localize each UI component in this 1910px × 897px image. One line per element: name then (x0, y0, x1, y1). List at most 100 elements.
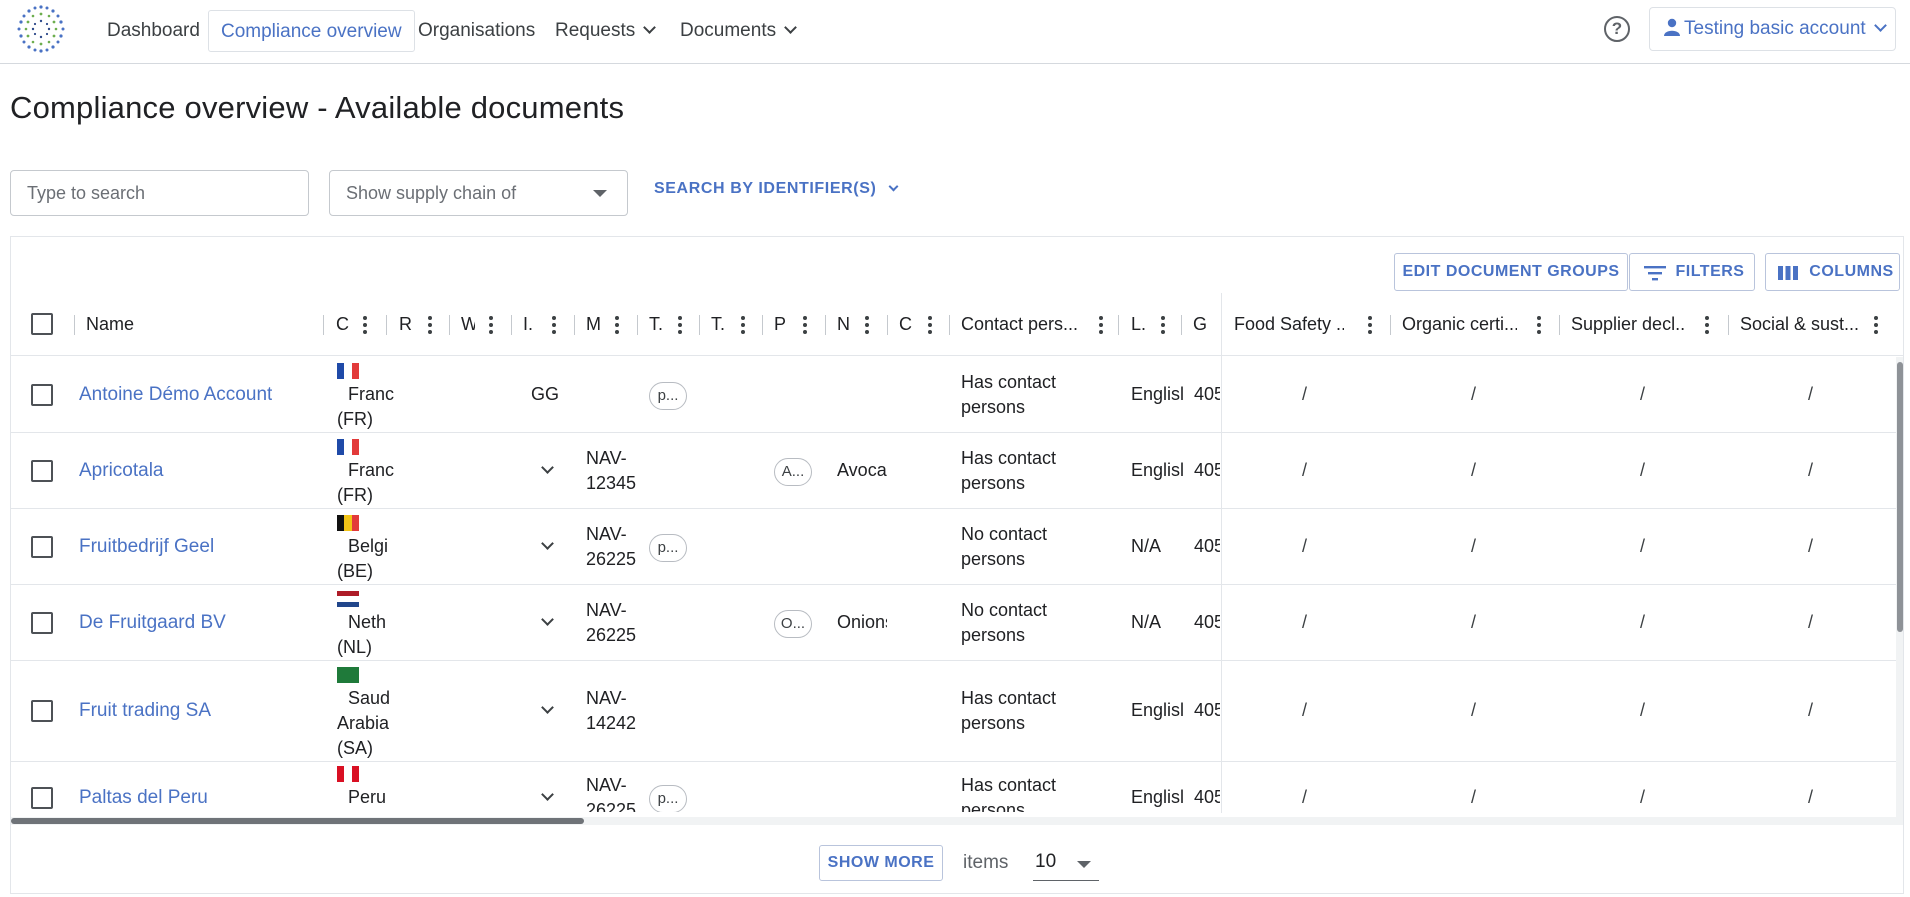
column-header-supplier-declaration[interactable]: Supplier decl... (1571, 293, 1686, 356)
column-menu-icon[interactable] (803, 316, 807, 334)
column-menu-icon[interactable] (928, 316, 932, 334)
document-status-cell[interactable]: / (1471, 787, 1476, 808)
tag-chip[interactable]: p... (649, 382, 687, 410)
document-status-cell[interactable]: / (1808, 384, 1813, 405)
column-header-n[interactable]: N (837, 293, 851, 356)
column-menu-icon[interactable] (1537, 316, 1541, 334)
account-menu-button[interactable]: Testing basic account (1649, 7, 1896, 51)
vertical-scrollbar-thumb[interactable] (1897, 362, 1903, 632)
table-row[interactable]: De Fruitgaard BV Neth (NL) NAV- 26225 O...… (11, 585, 1903, 661)
column-header-c2[interactable]: C (899, 293, 913, 356)
document-status-cell[interactable]: / (1808, 787, 1813, 808)
column-header-social-sustainability[interactable]: Social & sust... (1740, 293, 1858, 356)
document-status-cell[interactable]: / (1302, 384, 1307, 405)
nav-compliance-overview[interactable]: Compliance overview (208, 10, 415, 52)
column-header-r[interactable]: R (399, 293, 413, 356)
organisation-name-link[interactable]: Fruit trading SA (79, 700, 211, 722)
column-header-p[interactable]: P (774, 293, 788, 356)
document-status-cell[interactable]: / (1640, 612, 1645, 633)
table-row[interactable]: Apricotala Franc (FR) NAV- 12345 A... Avoc… (11, 433, 1903, 509)
document-status-cell[interactable]: / (1302, 460, 1307, 481)
document-status-cell[interactable]: / (1471, 460, 1476, 481)
search-input[interactable] (10, 170, 309, 216)
column-menu-icon[interactable] (1161, 316, 1165, 334)
tag-chip[interactable]: p... (649, 534, 687, 562)
row-checkbox[interactable] (31, 612, 53, 634)
column-menu-icon[interactable] (552, 316, 556, 334)
document-status-cell[interactable]: / (1471, 536, 1476, 557)
company-logo[interactable] (16, 4, 66, 54)
document-status-cell[interactable]: / (1302, 536, 1307, 557)
nav-organisations[interactable]: Organisations (406, 10, 547, 52)
chevron-down-icon[interactable] (541, 461, 554, 474)
table-row[interactable]: Paltas del Peru Peru NAV- 26225 p... Has … (11, 762, 1903, 812)
column-menu-icon[interactable] (428, 316, 432, 334)
document-status-cell[interactable]: / (1640, 536, 1645, 557)
column-header-w[interactable]: W (461, 293, 475, 356)
column-menu-icon[interactable] (1874, 316, 1878, 334)
column-menu-icon[interactable] (865, 316, 869, 334)
nav-documents[interactable]: Documents (668, 10, 807, 52)
row-checkbox[interactable] (31, 460, 53, 482)
show-more-button[interactable]: SHOW MORE (819, 845, 943, 881)
document-status-cell[interactable]: / (1808, 612, 1813, 633)
product-chip[interactable]: A... (774, 458, 812, 486)
column-header-organic-certificate[interactable]: Organic certi... (1402, 293, 1517, 356)
column-menu-icon[interactable] (1368, 316, 1372, 334)
document-status-cell[interactable]: / (1471, 700, 1476, 721)
table-row[interactable]: Fruitbedrijf Geel Belgi (BE) NAV- 26225 p.… (11, 509, 1903, 585)
table-row[interactable]: Fruit trading SA Saud Arabia (SA) NAV- 1424… (11, 661, 1903, 762)
document-status-cell[interactable]: / (1640, 700, 1645, 721)
document-status-cell[interactable]: / (1808, 536, 1813, 557)
document-status-cell[interactable]: / (1640, 787, 1645, 808)
column-menu-icon[interactable] (1099, 316, 1103, 334)
column-menu-icon[interactable] (741, 316, 745, 334)
column-header-m[interactable]: M (586, 293, 600, 356)
organisation-name-link[interactable]: Paltas del Peru (79, 787, 208, 809)
column-header-name[interactable]: Name (86, 293, 256, 356)
chevron-down-icon[interactable] (541, 537, 554, 550)
chevron-down-icon[interactable] (541, 701, 554, 714)
organisation-name-link[interactable]: Fruitbedrijf Geel (79, 536, 214, 558)
organisation-name-link[interactable]: De Fruitgaard BV (79, 612, 226, 634)
document-status-cell[interactable]: / (1471, 612, 1476, 633)
document-status-cell[interactable]: / (1471, 384, 1476, 405)
help-icon[interactable]: ? (1604, 16, 1630, 42)
column-header-g[interactable]: G (1193, 293, 1209, 356)
column-menu-icon[interactable] (615, 316, 619, 334)
column-menu-icon[interactable] (489, 316, 493, 334)
row-checkbox[interactable] (31, 700, 53, 722)
nav-dashboard[interactable]: Dashboard (95, 10, 212, 52)
chevron-down-icon[interactable] (541, 788, 554, 801)
document-status-cell[interactable]: / (1302, 612, 1307, 633)
document-status-cell[interactable]: / (1640, 384, 1645, 405)
document-status-cell[interactable]: / (1302, 787, 1307, 808)
document-status-cell[interactable]: / (1640, 460, 1645, 481)
document-status-cell[interactable]: / (1808, 700, 1813, 721)
column-menu-icon[interactable] (1705, 316, 1709, 334)
column-header-country[interactable]: C (336, 293, 350, 356)
select-all-checkbox[interactable] (31, 313, 53, 335)
column-header-contact-persons[interactable]: Contact pers... (961, 293, 1086, 356)
row-checkbox[interactable] (31, 787, 53, 809)
document-status-cell[interactable]: / (1302, 700, 1307, 721)
organisation-name-link[interactable]: Apricotala (79, 460, 164, 482)
column-menu-icon[interactable] (363, 316, 367, 334)
items-per-page-select[interactable]: 10 (1033, 845, 1099, 881)
tag-chip[interactable]: p... (649, 785, 687, 812)
edit-document-groups-button[interactable]: EDIT DOCUMENT GROUPS (1394, 253, 1628, 291)
column-header-identifier[interactable]: I. (523, 293, 537, 356)
column-header-food-safety[interactable]: Food Safety ... (1234, 293, 1344, 356)
search-by-identifiers-button[interactable]: SEARCH BY IDENTIFIER(S) (654, 180, 899, 198)
document-status-cell[interactable]: / (1808, 460, 1813, 481)
horizontal-scrollbar-thumb[interactable] (11, 818, 584, 824)
nav-requests[interactable]: Requests (543, 10, 666, 52)
supply-chain-select[interactable]: Show supply chain of (329, 170, 628, 216)
organisation-name-link[interactable]: Antoine Démo Account (79, 384, 272, 406)
column-header-t1[interactable]: T. (649, 293, 665, 356)
column-menu-icon[interactable] (678, 316, 682, 334)
product-chip[interactable]: O... (774, 610, 812, 638)
row-checkbox[interactable] (31, 536, 53, 558)
columns-button[interactable]: COLUMNS (1765, 253, 1900, 291)
row-checkbox[interactable] (31, 384, 53, 406)
